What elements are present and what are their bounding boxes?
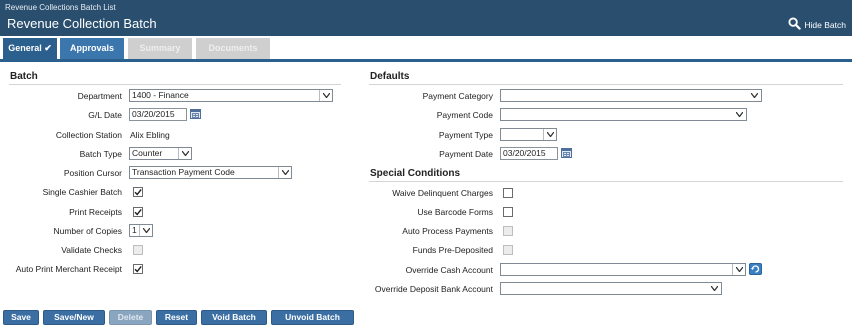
print-receipts-label: Print Receipts bbox=[69, 207, 122, 217]
batch-section-title: Batch bbox=[10, 71, 38, 82]
tab-summary: Summary bbox=[128, 38, 192, 59]
position-cursor-label: Position Cursor bbox=[63, 168, 122, 178]
chevron-down-icon bbox=[732, 264, 745, 275]
single-cashier-batch-checkbox[interactable] bbox=[133, 187, 143, 197]
hide-batch-label: Hide Batch bbox=[804, 19, 846, 30]
chevron-down-icon bbox=[178, 148, 191, 159]
void-batch-button[interactable]: Void Batch bbox=[201, 310, 267, 325]
batch-divider bbox=[9, 84, 341, 85]
payment-code-select[interactable] bbox=[500, 108, 747, 121]
delete-button: Delete bbox=[109, 310, 152, 325]
payment-type-select[interactable] bbox=[500, 128, 557, 141]
chevron-down-icon bbox=[748, 90, 761, 101]
checkmark-icon bbox=[134, 265, 142, 273]
override-cash-account-select[interactable] bbox=[500, 263, 746, 276]
hide-batch-button[interactable]: Hide Batch bbox=[788, 17, 846, 32]
checkmark-icon bbox=[134, 188, 142, 196]
department-label: Department bbox=[77, 91, 122, 101]
batch-type-select[interactable]: Counter bbox=[129, 147, 192, 160]
special-conditions-section-title: Special Conditions bbox=[370, 168, 461, 179]
auto-print-merchant-receipt-label: Auto Print Merchant Receipt bbox=[15, 264, 122, 274]
collection-station-label: Collection Station bbox=[55, 130, 122, 140]
tab-general[interactable]: General ✔ bbox=[3, 38, 57, 59]
use-barcode-forms-label: Use Barcode Forms bbox=[417, 207, 493, 217]
chevron-down-icon bbox=[543, 129, 556, 140]
calendar-icon[interactable] bbox=[190, 109, 201, 119]
page-title: Revenue Collection Batch bbox=[7, 16, 157, 31]
use-barcode-forms-checkbox[interactable] bbox=[503, 207, 513, 217]
override-cash-account-label: Override Cash Account bbox=[405, 265, 493, 275]
collection-station-value: Alix Ebling bbox=[130, 130, 170, 140]
payment-date-label: Payment Date bbox=[439, 149, 493, 159]
funds-pre-deposited-checkbox bbox=[503, 245, 513, 255]
checkmark-icon bbox=[134, 208, 142, 216]
payment-code-label: Payment Code bbox=[436, 110, 493, 120]
tab-underline bbox=[0, 59, 852, 62]
save-button[interactable]: Save bbox=[3, 310, 39, 325]
chevron-down-icon bbox=[139, 225, 152, 236]
defaults-section-title: Defaults bbox=[370, 71, 410, 82]
calendar-icon[interactable] bbox=[561, 148, 572, 158]
auto-print-merchant-receipt-checkbox[interactable] bbox=[133, 264, 143, 274]
print-receipts-checkbox[interactable] bbox=[133, 207, 143, 217]
chevron-down-icon bbox=[708, 283, 721, 294]
validate-checks-label: Validate Checks bbox=[61, 245, 122, 255]
validate-checks-checkbox bbox=[133, 245, 143, 255]
page-header: Revenue Collections Batch List Revenue C… bbox=[0, 0, 852, 36]
number-of-copies-select[interactable]: 1 bbox=[129, 224, 153, 237]
batch-type-value: Counter bbox=[132, 148, 163, 158]
chevron-down-icon bbox=[319, 90, 332, 101]
batch-type-label: Batch Type bbox=[79, 149, 122, 159]
chevron-down-icon bbox=[278, 167, 291, 178]
tab-general-label: General bbox=[8, 43, 42, 53]
defaults-divider bbox=[369, 84, 843, 85]
payment-category-label: Payment Category bbox=[422, 91, 493, 101]
lookup-icon[interactable] bbox=[749, 263, 762, 275]
reset-button[interactable]: Reset bbox=[156, 310, 197, 325]
tab-bar: General ✔ Approvals Summary Documents bbox=[0, 36, 852, 59]
payment-type-label: Payment Type bbox=[438, 130, 493, 140]
department-select[interactable]: 1400 - Finance bbox=[129, 89, 333, 102]
position-cursor-value: Transaction Payment Code bbox=[132, 167, 235, 177]
position-cursor-select[interactable]: Transaction Payment Code bbox=[129, 166, 292, 179]
waive-delinquent-charges-label: Waive Delinquent Charges bbox=[392, 188, 493, 198]
payment-category-select[interactable] bbox=[500, 89, 762, 102]
override-deposit-bank-account-select[interactable] bbox=[500, 282, 722, 295]
gl-date-input[interactable]: 03/20/2015 bbox=[129, 108, 187, 121]
department-value: 1400 - Finance bbox=[132, 90, 189, 100]
tab-approvals[interactable]: Approvals bbox=[60, 38, 124, 59]
breadcrumb[interactable]: Revenue Collections Batch List bbox=[5, 3, 116, 12]
save-new-button[interactable]: Save/New bbox=[43, 310, 105, 325]
gl-date-label: G/L Date bbox=[88, 110, 122, 120]
number-of-copies-label: Number of Copies bbox=[53, 226, 122, 236]
special-conditions-divider bbox=[369, 181, 843, 182]
single-cashier-batch-label: Single Cashier Batch bbox=[42, 187, 122, 197]
waive-delinquent-charges-checkbox[interactable] bbox=[503, 188, 513, 198]
funds-pre-deposited-label: Funds Pre-Deposited bbox=[412, 245, 493, 255]
check-icon: ✔ bbox=[44, 43, 52, 53]
tab-documents: Documents bbox=[196, 38, 270, 59]
override-deposit-bank-account-label: Override Deposit Bank Account bbox=[374, 284, 493, 294]
number-of-copies-value: 1 bbox=[132, 225, 137, 235]
auto-process-payments-label: Auto Process Payments bbox=[402, 226, 493, 236]
unvoid-batch-button[interactable]: Unvoid Batch bbox=[271, 310, 354, 325]
payment-date-input[interactable]: 03/20/2015 bbox=[500, 147, 558, 160]
search-icon bbox=[788, 17, 802, 32]
auto-process-payments-checkbox bbox=[503, 226, 513, 236]
chevron-down-icon bbox=[733, 109, 746, 120]
